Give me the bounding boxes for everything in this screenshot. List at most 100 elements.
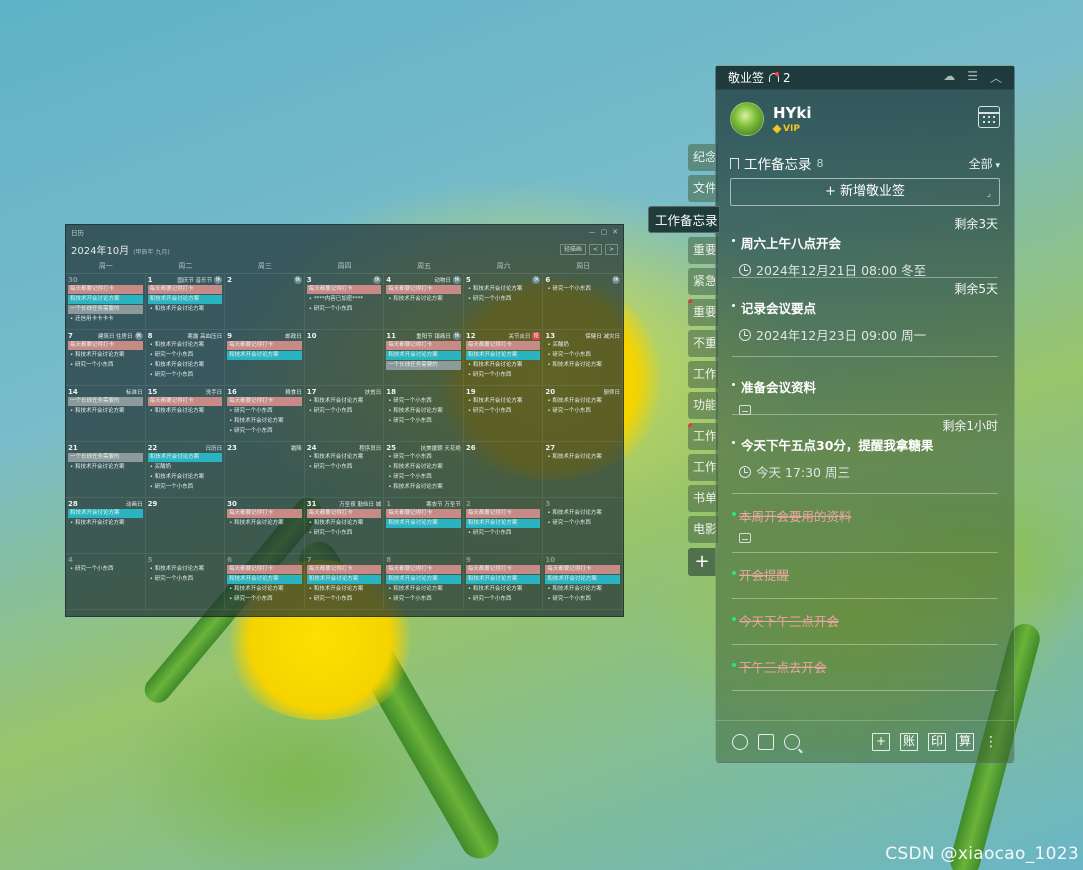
calendar-event[interactable]: 和技术开会讨论方案	[147, 295, 223, 304]
calendar-event[interactable]: 和技术开会讨论方案	[386, 407, 461, 416]
calendar-day-cell[interactable]: 16 粮食日每天都要记得打卡研究一个小东西和技术开会讨论方案研究一个小东西	[225, 386, 305, 442]
calendar-day-cell[interactable]: 4 动物日休每天都要记得打卡和技术开会讨论方案	[384, 274, 464, 330]
calendar-event[interactable]: 研究一个小东西	[386, 595, 461, 604]
calendar-event[interactable]: ****内容已加密****	[307, 295, 382, 304]
search-icon[interactable]	[784, 733, 800, 750]
calendar-event[interactable]: 和技术开会讨论方案	[466, 285, 541, 294]
ledger-button[interactable]: 账	[900, 732, 918, 751]
calendar-event[interactable]: 和技术开会讨论方案	[545, 575, 620, 584]
calendar-event[interactable]: 研究一个小东西	[545, 407, 620, 416]
calendar-day-cell[interactable]: 8每天都要记得打卡和技术开会讨论方案和技术开会讨论方案研究一个小东西	[384, 554, 464, 610]
calendar-day-cell[interactable]: 8 寒露 高血压日和技术开会讨论方案研究一个小东西和技术开会讨论方案研究一个小东西	[145, 330, 226, 386]
calendar-day-cell[interactable]: 3休每天都要记得打卡****内容已加密****研究一个小东西	[304, 274, 385, 330]
cloud-sync-icon[interactable]: ☁	[943, 69, 955, 86]
calendar-event[interactable]: 一个长线任务需要的	[68, 397, 143, 406]
calendar-day-cell[interactable]: 2每天都要记得打卡和技术开会讨论方案研究一个小东西	[463, 498, 544, 554]
calendar-day-cell[interactable]: 18研究一个小东西和技术开会讨论方案研究一个小东西	[384, 386, 464, 442]
calendar-event[interactable]: 研究一个小东西	[386, 397, 461, 406]
calendar-day-cell[interactable]: 11 重阳节 镇痛日休每天都要记得打卡 和技术开会讨论方案 一个长线任务需要的	[384, 330, 464, 386]
calendar-event[interactable]: 一个长线任务需要的	[386, 361, 461, 370]
calendar-event[interactable]: 研究一个小东西	[386, 417, 461, 426]
calendar-day-cell[interactable]: 5休和技术开会讨论方案研究一个小东西	[463, 274, 544, 330]
calendar-day-cell[interactable]: 20 厨师日和技术开会讨论方案研究一个小东西	[543, 386, 623, 442]
calendar-event[interactable]: 和技术开会讨论方案	[148, 473, 223, 482]
calendar-event[interactable]: 还信用卡卡卡卡	[68, 315, 143, 324]
tab-category[interactable]: 书单	[688, 485, 718, 512]
calendar-event[interactable]: 和技术开会讨论方案	[386, 585, 461, 594]
avatar[interactable]	[730, 102, 764, 136]
calendar-event[interactable]: 和技术开会讨论方案	[68, 295, 143, 304]
calendar-event[interactable]: 研究一个小东西	[466, 407, 541, 416]
calendar-event[interactable]: 和技术开会讨论方案	[545, 453, 620, 462]
calendar-day-cell[interactable]: 7 建筑日 住房日休每天都要记得打卡和技术开会讨论方案研究一个小东西	[66, 330, 146, 386]
done-list-icon[interactable]	[758, 733, 774, 750]
tab-category[interactable]: 重要	[688, 237, 718, 264]
calendar-event[interactable]: 研究一个小东西	[227, 595, 302, 604]
view-select[interactable]: 轻描画	[559, 243, 586, 255]
calendar-event[interactable]: 研究一个小东西	[466, 295, 541, 304]
calendar-event[interactable]: 和技术开会讨论方案	[386, 575, 461, 584]
tab-category[interactable]: 工作	[688, 454, 718, 481]
calendar-day-cell[interactable]: 1 寒衣节 万圣节 每天都要记得打卡 和技术开会讨论方案	[384, 498, 464, 554]
calendar-event[interactable]: 和技术开会讨论方案	[545, 509, 620, 518]
calendar-day-cell[interactable]: 2休	[225, 274, 305, 330]
tab-category[interactable]: 文件	[688, 175, 718, 202]
calendar-event[interactable]: 每天都要记得打卡	[147, 285, 223, 294]
calendar-day-cell[interactable]: 12 关节炎日班每天都要记得打卡和技术开会讨论方案和技术开会讨论方案研究一个小东西	[463, 330, 544, 386]
calendar-day-cell[interactable]: 4研究一个小东西	[66, 554, 146, 610]
calendar-event[interactable]: 和技术开会讨论方案	[148, 565, 223, 574]
calendar-day-cell[interactable]: 5和技术开会讨论方案研究一个小东西	[145, 554, 226, 610]
calendar-day-cell[interactable]: 25 抗美援朝 天花绝研究一个小东西和技术开会讨论方案研究一个小东西和技术开会讨论…	[384, 442, 464, 498]
calendar-event[interactable]: 每天都要记得打卡	[68, 285, 143, 294]
calendar-event[interactable]: 和技术开会讨论方案	[148, 407, 223, 416]
calendar-day-cell[interactable]: 21一个长线任务需要的和技术开会讨论方案	[66, 442, 146, 498]
tab-category[interactable]: 工作	[688, 423, 718, 450]
calendar-event[interactable]: 研究一个小东西	[148, 575, 223, 584]
collapse-icon[interactable]: ︿	[990, 69, 1002, 86]
calendar-event[interactable]: 研究一个小东西	[148, 483, 223, 492]
print-button[interactable]: 印	[928, 732, 946, 751]
calendar-day-cell[interactable]: 23 霜降	[225, 442, 305, 498]
calendar-event[interactable]: 研究一个小东西	[148, 371, 223, 380]
completed-note-item[interactable]: 本周开会要用的资料	[732, 494, 998, 553]
calendar-event[interactable]: 研究一个小东西	[545, 351, 620, 360]
tab-category[interactable]: 电影	[688, 516, 718, 543]
calendar-event[interactable]: 和技术开会讨论方案	[306, 575, 382, 584]
calendar-event[interactable]: 和技术开会讨论方案	[68, 463, 143, 472]
calendar-day-cell[interactable]: 6休研究一个小东西	[543, 274, 623, 330]
calendar-event[interactable]: 和技术开会讨论方案	[147, 453, 223, 462]
calendar-event[interactable]: 和技术开会讨论方案	[227, 575, 302, 584]
calendar-event[interactable]: 买酸奶	[545, 341, 620, 350]
tab-category[interactable]: 紧急	[688, 268, 718, 295]
calendar-day-cell[interactable]: 26	[463, 442, 544, 498]
calendar-event[interactable]: 每天都要记得打卡	[465, 565, 541, 574]
calendar-event[interactable]: 每天都要记得打卡	[306, 285, 382, 294]
calendar-event[interactable]: 研究一个小东西	[307, 305, 382, 314]
calendar-event[interactable]: 和技术开会讨论方案	[466, 585, 541, 594]
calendar-day-cell[interactable]: 6每天都要记得打卡和技术开会讨论方案和技术开会讨论方案研究一个小东西	[225, 554, 305, 610]
completed-note-item[interactable]: 开会提醒	[732, 553, 998, 599]
calendar-event[interactable]: 每天都要记得打卡	[227, 565, 302, 574]
prev-month-button[interactable]: <	[588, 243, 602, 255]
calendar-event[interactable]: 每天都要记得打卡	[227, 509, 302, 518]
next-month-button[interactable]: >	[604, 243, 618, 255]
calendar-event[interactable]: 研究一个小东西	[386, 453, 461, 462]
calendar-event[interactable]: 研究一个小东西	[307, 463, 382, 472]
calendar-event[interactable]: 研究一个小东西	[466, 529, 541, 538]
filter-dropdown[interactable]: 全部	[969, 155, 1000, 172]
calendar-event[interactable]: 每天都要记得打卡	[68, 341, 143, 350]
calendar-event[interactable]: 研究一个小东西	[148, 351, 223, 360]
calendar-event[interactable]: 和技术开会讨论方案	[545, 361, 620, 370]
calendar-day-cell[interactable]: 7每天都要记得打卡和技术开会讨论方案和技术开会讨论方案研究一个小东西	[304, 554, 385, 610]
calendar-event[interactable]: 和技术开会讨论方案	[68, 519, 143, 528]
calendar-event[interactable]: 和技术开会讨论方案	[307, 519, 382, 528]
calendar-month-title[interactable]: 2024年10月 (甲辰年 九月)	[71, 242, 170, 257]
calendar-event[interactable]: 每天都要记得打卡	[465, 509, 541, 518]
tab-category[interactable]: 纪念	[688, 144, 718, 171]
calendar-event[interactable]: 和技术开会讨论方案	[386, 519, 461, 528]
calendar-day-cell[interactable]: 1 国庆节 音乐节休每天都要记得打卡和技术开会讨论方案和技术开会讨论方案	[145, 274, 226, 330]
calendar-day-cell[interactable]: 19和技术开会讨论方案研究一个小东西	[463, 386, 544, 442]
menu-icon[interactable]: ☰	[967, 69, 978, 86]
note-item[interactable]: 剩余3天 周六上午八点开会 2024年12月21日 08:00 冬至	[732, 216, 998, 278]
calendar-event[interactable]: 研究一个小东西	[227, 427, 302, 436]
